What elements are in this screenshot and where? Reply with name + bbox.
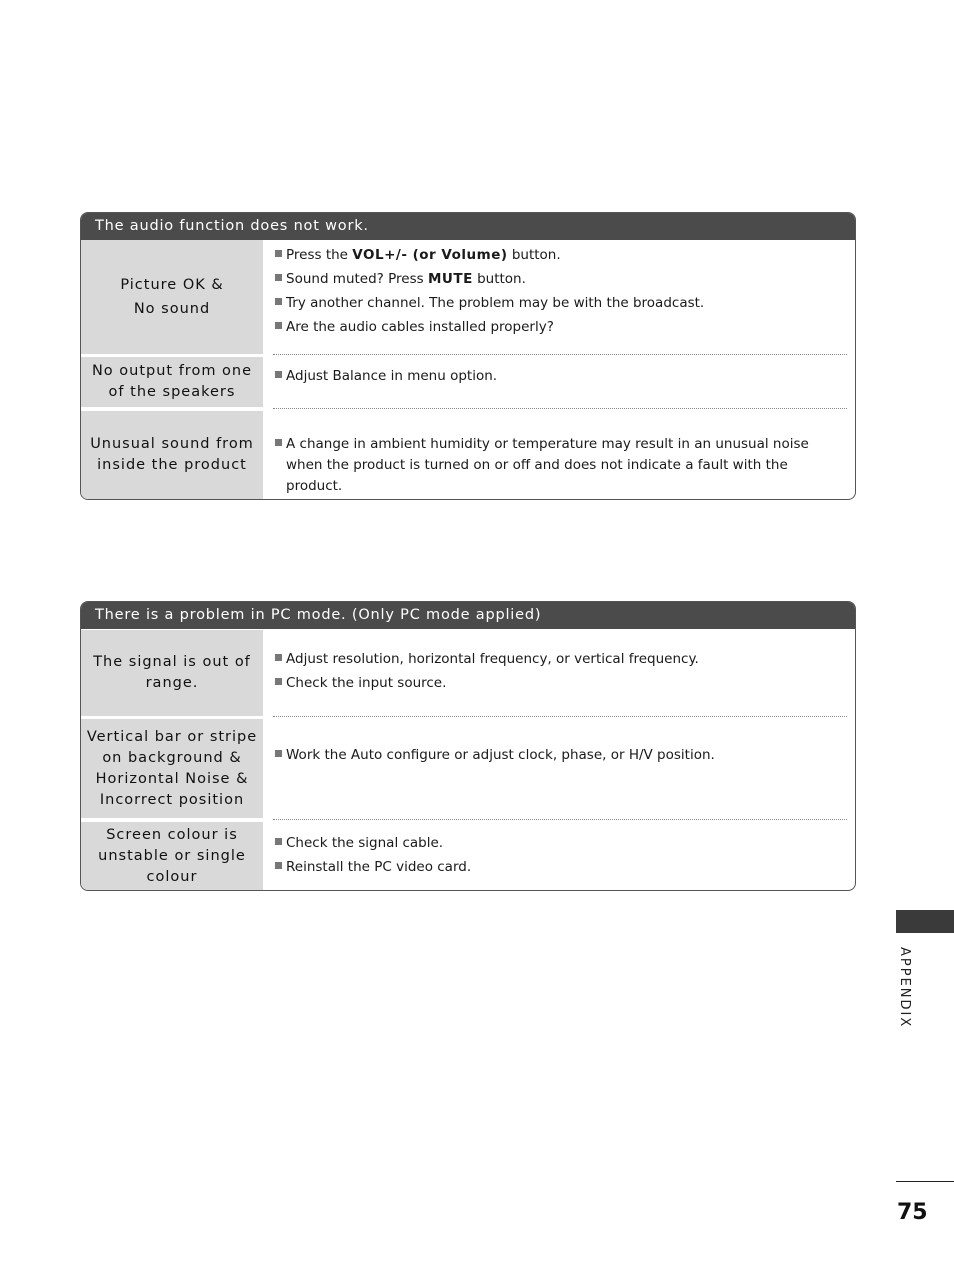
label-line: inside the product [97,457,247,473]
solution-list: Press the VOL+/- (or Volume) button. Sou… [273,240,847,354]
table-row: Unusual sound from inside the product A … [81,411,855,499]
text: A change in ambient humidity or temperat… [286,436,809,494]
row-divider [273,354,847,355]
solution-item: Adjust Balance in menu option. [275,366,497,386]
table-row: Screen colour is unstable or single colo… [81,822,855,890]
text: Adjust Balance in menu option. [286,368,498,384]
text: Try another channel. The problem may be … [286,295,705,311]
table-row: The signal is out of range. Adjust resol… [81,630,855,716]
text: Press the [286,247,353,263]
solution-list: Adjust Balance in menu option. [273,357,847,407]
page-number-rule [896,1181,954,1182]
button-name: VOL+/- (or Volume) [352,247,508,263]
bullet-square-icon [275,439,282,446]
pc-mode-troubleshooting-table: There is a problem in PC mode. (Only PC … [80,601,856,891]
label-line: on background & [102,749,242,766]
label-line: range. [145,675,199,691]
bullet-square-icon [275,862,282,869]
solution-item: Press the VOL+/- (or Volume) button. [275,245,561,265]
problem-label: The signal is out of range. [81,630,263,716]
label-line: No sound [133,300,211,317]
text: Check the input source. [286,675,447,691]
button-name: MUTE [427,271,473,287]
solution-item: A change in ambient humidity or temperat… [275,434,826,497]
bullet-square-icon [275,274,282,281]
solution-item: Check the input source. [275,673,446,693]
audio-troubleshooting-table: The audio function does not work. Pictur… [80,212,856,500]
solution-item: Adjust resolution, horizontal frequency,… [275,649,699,669]
solution-list: Adjust resolution, horizontal frequency,… [273,630,847,716]
label-line: unstable or single [98,847,246,864]
text: Work the Auto configure or adjust clock,… [286,747,715,763]
text: Sound muted? Press [286,271,428,287]
problem-label: Picture OK & No sound [81,240,263,354]
section-tab-marker [896,910,954,933]
text: Reinstall the PC video card. [286,859,472,875]
label-line: Incorrect position [99,791,245,808]
row-divider [273,716,847,717]
table-row: Vertical bar or stripe on background & H… [81,719,855,818]
solution-item: Are the audio cables installed properly? [275,317,554,337]
label-line: Picture OK & [120,276,224,293]
section-title: There is a problem in PC mode. (Only PC … [81,602,855,629]
problem-label: Screen colour is unstable or single colo… [81,822,263,890]
label-line: Screen colour is [106,826,238,843]
label-line: Horizontal Noise & [95,770,249,787]
solution-item: Try another channel. The problem may be … [275,293,704,313]
table-row: No output from one of the speakers Adjus… [81,357,855,407]
label-line: Unusual sound from [90,436,254,452]
solution-list: Work the Auto configure or adjust clock,… [273,719,847,818]
row-divider [273,408,847,409]
solution-item: Sound muted? Press MUTE button. [275,269,526,289]
bullet-square-icon [275,322,282,329]
bullet-square-icon [275,654,282,661]
bullet-square-icon [275,678,282,685]
side-section-label: APPENDIX [897,947,912,1029]
problem-label: Vertical bar or stripe on background & H… [81,719,263,818]
solution-item: Reinstall the PC video card. [275,857,471,877]
label-line: No output from one [91,363,253,379]
table-row: Picture OK & No sound Press the VOL+/- (… [81,240,855,354]
text: Are the audio cables installed properly? [286,319,554,335]
problem-label: Unusual sound from inside the product [81,411,263,499]
section-title: The audio function does not work. [81,213,855,240]
problem-label: No output from one of the speakers [81,357,263,407]
bullet-square-icon [275,838,282,845]
page-number: 75 [897,1200,928,1225]
solution-item: Work the Auto configure or adjust clock,… [275,745,715,765]
bullet-square-icon [275,750,282,757]
bullet-square-icon [275,371,282,378]
bullet-square-icon [275,298,282,305]
label-line: The signal is out of [93,654,251,670]
solution-list: Check the signal cable. Reinstall the PC… [273,822,847,890]
text: button. [507,247,561,263]
text: button. [472,271,526,287]
solution-list: A change in ambient humidity or temperat… [273,411,847,499]
label-line: Vertical bar or stripe [86,728,258,745]
label-line: of the speakers [108,384,236,400]
solution-item: Check the signal cable. [275,833,443,853]
label-line: colour [146,868,198,885]
text: Check the signal cable. [286,835,444,851]
bullet-square-icon [275,250,282,257]
row-divider [273,819,847,820]
text: Adjust resolution, horizontal frequency,… [286,651,699,667]
